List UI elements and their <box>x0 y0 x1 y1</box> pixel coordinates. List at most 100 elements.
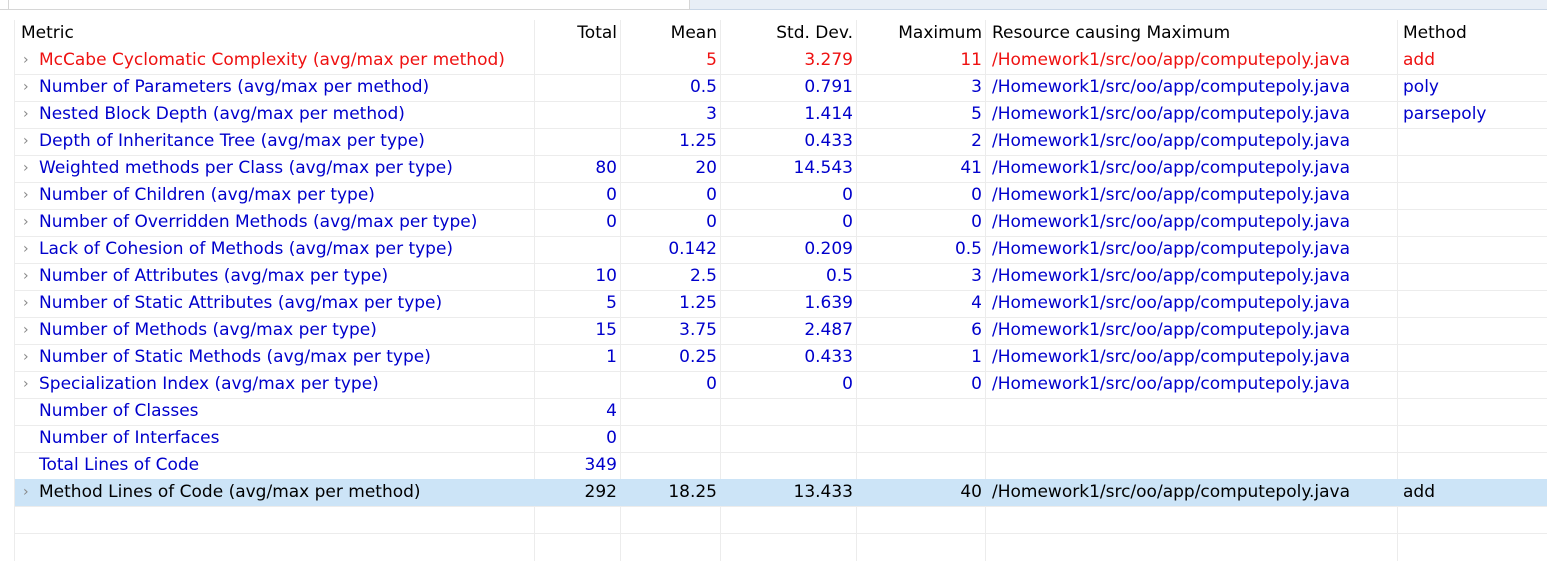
method-cell: add <box>1403 50 1435 70</box>
method-cell <box>1397 344 1547 371</box>
table-row[interactable]: › Number of Static Methods (avg/max per t… <box>15 344 1547 372</box>
mean-cell: 2.5 <box>689 266 717 286</box>
mean-cell <box>620 425 720 452</box>
column-header-total[interactable]: Total <box>534 20 620 47</box>
mean-cell <box>620 398 720 425</box>
resource-cell: /Homework1/src/oo/app/computepoly.java <box>992 482 1350 502</box>
resource-cell: /Homework1/src/oo/app/computepoly.java <box>992 185 1350 205</box>
total-cell: 5 <box>606 293 617 313</box>
mean-cell: 3.75 <box>679 320 717 340</box>
resource-cell: /Homework1/src/oo/app/computepoly.java <box>992 131 1350 151</box>
table-row[interactable]: › Weighted methods per Class (avg/max per… <box>15 155 1547 183</box>
maximum-cell: 41 <box>960 158 982 178</box>
table-row[interactable]: Number of Interfaces 0 <box>15 425 1547 453</box>
maximum-cell <box>856 398 985 425</box>
resource-cell: /Homework1/src/oo/app/computepoly.java <box>992 104 1350 124</box>
total-cell: 1 <box>606 347 617 367</box>
total-cell <box>534 371 620 398</box>
metric-cell: Number of Static Attributes (avg/max per… <box>39 293 443 313</box>
std-dev-cell: 13.433 <box>793 482 853 502</box>
std-dev-cell: 0 <box>842 212 853 232</box>
maximum-cell <box>856 425 985 452</box>
editor-tab-active[interactable] <box>8 0 690 9</box>
method-cell <box>1397 425 1547 452</box>
std-dev-cell: 0.433 <box>804 347 853 367</box>
column-header-metric[interactable]: Metric <box>15 20 534 47</box>
mean-cell: 20 <box>695 158 717 178</box>
metric-cell: Number of Children (avg/max per type) <box>39 185 375 205</box>
method-cell <box>1397 398 1547 425</box>
std-dev-cell: 2.487 <box>804 320 853 340</box>
maximum-cell: 2 <box>971 131 982 151</box>
method-cell <box>1397 128 1547 155</box>
table-row[interactable]: › Lack of Cohesion of Methods (avg/max pe… <box>15 236 1547 264</box>
table-row[interactable]: › Number of Attributes (avg/max per type)… <box>15 263 1547 291</box>
std-dev-cell: 0 <box>842 185 853 205</box>
maximum-cell: 3 <box>971 266 982 286</box>
metric-cell: Number of Classes <box>39 401 199 421</box>
resource-cell <box>985 452 1397 479</box>
resource-cell: /Homework1/src/oo/app/computepoly.java <box>992 320 1350 340</box>
editor-tab-area[interactable] <box>690 0 1547 10</box>
resource-cell: /Homework1/src/oo/app/computepoly.java <box>992 50 1350 70</box>
resource-cell: /Homework1/src/oo/app/computepoly.java <box>992 239 1350 259</box>
maximum-cell: 0 <box>971 212 982 232</box>
std-dev-cell: 1.639 <box>804 293 853 313</box>
table-row[interactable]: › Depth of Inheritance Tree (avg/max per … <box>15 128 1547 156</box>
table-header: Metric Total Mean Std. Dev. Maximum Reso… <box>15 20 1547 47</box>
table-row[interactable]: › Number of Static Attributes (avg/max pe… <box>15 290 1547 318</box>
total-cell: 80 <box>595 158 617 178</box>
metric-cell: Total Lines of Code <box>39 455 200 475</box>
total-cell: 0 <box>606 185 617 205</box>
column-header-mean[interactable]: Mean <box>620 20 720 47</box>
maximum-cell <box>856 452 985 479</box>
metric-cell: McCabe Cyclomatic Complexity (avg/max pe… <box>39 50 505 70</box>
mean-cell: 1.25 <box>679 131 717 151</box>
resource-cell <box>985 425 1397 452</box>
method-cell <box>1397 182 1547 209</box>
maximum-cell: 40 <box>960 482 982 502</box>
total-cell: 0 <box>606 428 617 448</box>
total-cell: 15 <box>595 320 617 340</box>
std-dev-cell <box>720 425 856 452</box>
std-dev-cell: 0 <box>842 374 853 394</box>
column-header-std-dev[interactable]: Std. Dev. <box>720 20 856 47</box>
table-row[interactable]: › Number of Parameters (avg/max per metho… <box>15 74 1547 102</box>
resource-cell <box>985 398 1397 425</box>
mean-cell: 0.5 <box>689 77 717 97</box>
std-dev-cell: 0.5 <box>825 266 853 286</box>
resource-cell: /Homework1/src/oo/app/computepoly.java <box>992 347 1350 367</box>
mean-cell: 1.25 <box>679 293 717 313</box>
column-header-resource[interactable]: Resource causing Maximum <box>985 20 1397 47</box>
std-dev-cell <box>720 398 856 425</box>
resource-cell: /Homework1/src/oo/app/computepoly.java <box>992 293 1350 313</box>
mean-cell: 0.25 <box>679 347 717 367</box>
method-cell <box>1397 317 1547 344</box>
table-row[interactable]: › Number of Children (avg/max per type) 0 0… <box>15 182 1547 210</box>
column-header-method[interactable]: Method <box>1397 20 1547 47</box>
mean-cell: 5 <box>706 50 717 70</box>
table-row[interactable]: › Method Lines of Code (avg/max per metho… <box>15 479 1547 507</box>
table-row[interactable]: › Number of Overridden Methods (avg/max p… <box>15 209 1547 237</box>
resource-cell: /Homework1/src/oo/app/computepoly.java <box>992 374 1350 394</box>
total-cell: 292 <box>584 482 617 502</box>
total-cell: 349 <box>584 455 617 475</box>
resource-cell: /Homework1/src/oo/app/computepoly.java <box>992 266 1350 286</box>
table-row[interactable]: › Specialization Index (avg/max per type)… <box>15 371 1547 399</box>
mean-cell <box>620 452 720 479</box>
total-cell <box>534 236 620 263</box>
method-cell <box>1397 155 1547 182</box>
method-cell <box>1397 209 1547 236</box>
table-row[interactable]: › Number of Methods (avg/max per type) 15 3… <box>15 317 1547 345</box>
maximum-cell: 11 <box>960 50 982 70</box>
metric-cell: Nested Block Depth (avg/max per method) <box>39 104 405 124</box>
total-cell: 0 <box>606 212 617 232</box>
std-dev-cell <box>720 452 856 479</box>
metric-cell: Number of Interfaces <box>39 428 220 448</box>
table-row[interactable]: › McCabe Cyclomatic Complexity (avg/max p… <box>15 47 1547 75</box>
mean-cell: 0.142 <box>668 239 717 259</box>
table-row[interactable]: Number of Classes 4 <box>15 398 1547 426</box>
table-row[interactable]: › Nested Block Depth (avg/max per method)… <box>15 101 1547 129</box>
column-header-maximum[interactable]: Maximum <box>856 20 985 47</box>
table-row[interactable]: Total Lines of Code 349 <box>15 452 1547 480</box>
